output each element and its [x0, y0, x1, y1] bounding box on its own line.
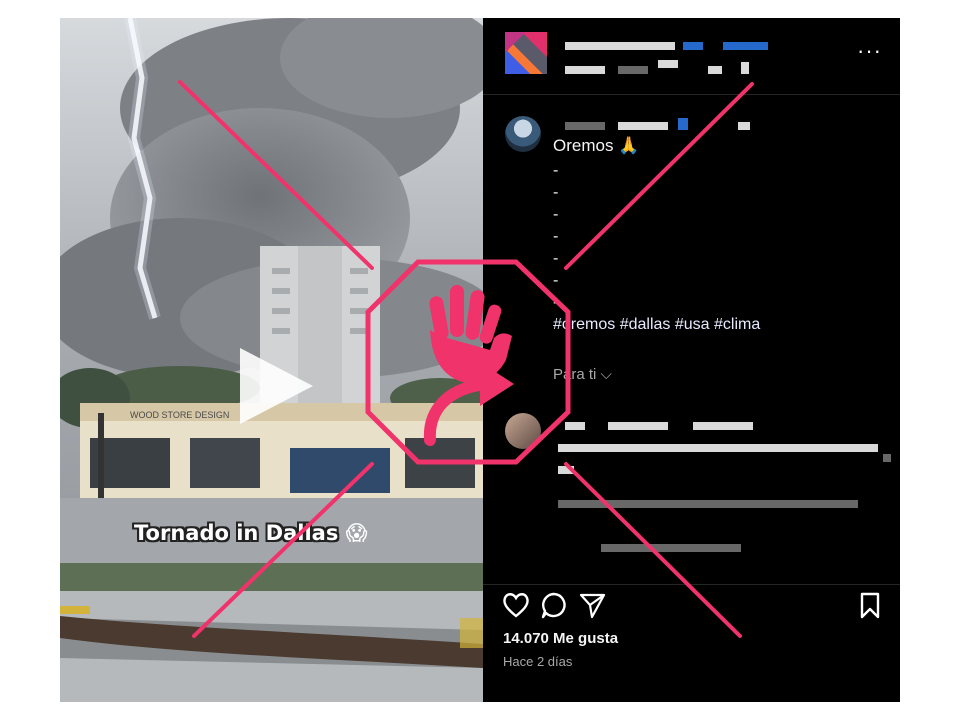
- commenter-name-censored-2: [618, 122, 668, 130]
- author-avatar[interactable]: [505, 32, 547, 74]
- post-caption-line: Oremos 🙏: [553, 136, 640, 155]
- verified-censored: [683, 42, 703, 50]
- comment-censored: [608, 422, 668, 430]
- caption-dash: -: [553, 206, 559, 223]
- commenter-avatar[interactable]: [505, 116, 541, 152]
- caption-dash: -: [553, 162, 559, 179]
- audio-censored-1: [565, 66, 605, 74]
- follow-censored[interactable]: [723, 42, 768, 50]
- commenter-badge-censored: [678, 118, 688, 130]
- play-icon[interactable]: [235, 346, 315, 426]
- post-panel: ··· Oremos 🙏 - - - - - - - #oremos #dall…: [483, 18, 900, 702]
- translation-link[interactable]: Para ti ⌵: [553, 366, 612, 383]
- comment-censored: [883, 454, 891, 462]
- comment-icon[interactable]: [539, 590, 569, 620]
- post-timestamp: Hace 2 días: [503, 654, 573, 669]
- comment-censored: [558, 444, 878, 452]
- caption-dash: -: [553, 294, 559, 311]
- comment-censored: [693, 422, 753, 430]
- video-player[interactable]: WOOD STORE DESIGN Tornado in Dallas 😱: [60, 18, 483, 702]
- caption-text: Tornado in Dallas: [134, 521, 339, 545]
- video-caption: Tornado in Dallas 😱: [134, 521, 434, 545]
- comment-censored: [565, 422, 585, 430]
- more-options-button[interactable]: ···: [857, 38, 882, 64]
- scream-emoji: 😱: [345, 521, 368, 545]
- heart-icon[interactable]: [501, 590, 531, 620]
- share-icon[interactable]: [577, 590, 607, 620]
- actions-divider: [483, 584, 900, 585]
- commenter-time-censored: [738, 122, 750, 130]
- comment-censored: [558, 500, 858, 508]
- comment-avatar[interactable]: [505, 413, 541, 449]
- audio-censored-3: [658, 60, 678, 68]
- like-count[interactable]: 14.070 Me gusta: [503, 630, 618, 647]
- storefront-sign: WOOD STORE DESIGN: [130, 410, 229, 420]
- commenter-name-censored[interactable]: [565, 122, 605, 130]
- audio-censored-2: [618, 66, 648, 74]
- caption-dash: -: [553, 250, 559, 267]
- author-name-censored[interactable]: [565, 42, 675, 50]
- caption-dash: -: [553, 184, 559, 201]
- comment-censored: [558, 466, 574, 474]
- comment-censored: [601, 544, 741, 552]
- audio-censored-5: [741, 62, 749, 74]
- caption-dash: -: [553, 228, 559, 245]
- post-header: ···: [483, 18, 900, 95]
- post-hashtags[interactable]: #oremos #dallas #usa #clima: [553, 316, 760, 334]
- audio-censored-4: [708, 66, 722, 74]
- bookmark-icon[interactable]: [855, 590, 885, 620]
- caption-dash: -: [553, 272, 559, 289]
